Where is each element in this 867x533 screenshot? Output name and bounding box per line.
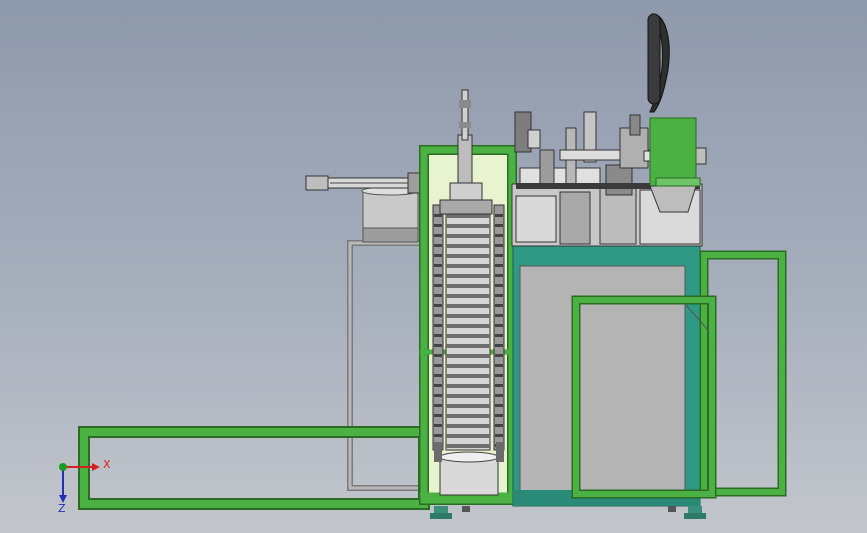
chain-link [434,234,442,237]
chain-link [495,244,503,247]
chain-link [495,304,503,307]
machine-drawing [59,13,787,519]
chain-link [495,224,503,227]
chain-link [495,294,503,297]
ladder-rung [446,404,490,408]
ladder-rung [446,394,490,398]
chain-link [495,274,503,277]
chain-link [495,264,503,267]
chain-link [495,324,503,327]
ladder-rung [446,254,490,258]
chain-link [495,314,503,317]
ladder-rung [446,264,490,268]
chain-link [495,234,503,237]
chain-link [434,334,442,337]
ladder-rung [446,324,490,328]
chain-link [434,304,442,307]
chain-link [434,414,442,417]
ladder-rung [446,314,490,318]
chain-link [434,354,442,357]
ladder-rung [446,304,490,308]
gray-rear-frame [347,240,425,491]
ladder-rung [446,234,490,238]
long-base-frame [78,426,430,510]
chain-link [434,224,442,227]
ladder-rung [446,424,490,428]
triad-z-label: Z [58,502,66,515]
chain-link [434,294,442,297]
chain-link [434,274,442,277]
cad-viewport[interactable]: X Z [0,0,867,533]
chain-link [434,424,442,427]
ladder-rung [446,444,490,448]
ladder-rung [446,214,490,218]
chain-link [495,414,503,417]
ladder-rung [446,354,490,358]
ladder-rung [446,364,490,368]
chain-link [434,394,442,397]
ladder-rung [446,384,490,388]
chain-link [434,284,442,287]
chain-link [434,264,442,267]
chain-link [434,384,442,387]
ladder-rung [446,294,490,298]
chain-link [495,254,503,257]
chain-link [495,284,503,287]
chain-link [495,404,503,407]
chain-link [434,364,442,367]
ladder-rung [446,224,490,228]
chain-link [434,344,442,347]
chain-link [495,354,503,357]
top-guide-arm [647,13,670,113]
teal-cabinet [512,243,701,507]
ladder-rung [446,434,490,438]
chain-link [495,374,503,377]
ladder-rung [446,334,490,338]
chain-link [495,334,503,337]
leveling-feet [430,506,706,519]
green-hopper [649,117,701,213]
ladder-rung [446,374,490,378]
chain-link [495,364,503,367]
chain-link [495,424,503,427]
chain-link [434,434,442,437]
ladder-rung [446,274,490,278]
chain-link [434,314,442,317]
chain-link [434,324,442,327]
chain-link [495,344,503,347]
feeder-bowl [361,186,419,243]
chain-link [495,434,503,437]
chain-link [434,374,442,377]
ladder-rung [446,414,490,418]
triad-x-label: X [103,458,111,471]
ladder-rung [446,344,490,348]
ladder-rung [446,244,490,248]
chain-link [495,394,503,397]
chain-link [434,244,442,247]
ladder-rung [446,284,490,288]
chain-link [495,214,503,217]
chain-link [495,384,503,387]
chain-link [434,254,442,257]
chain-link [434,404,442,407]
